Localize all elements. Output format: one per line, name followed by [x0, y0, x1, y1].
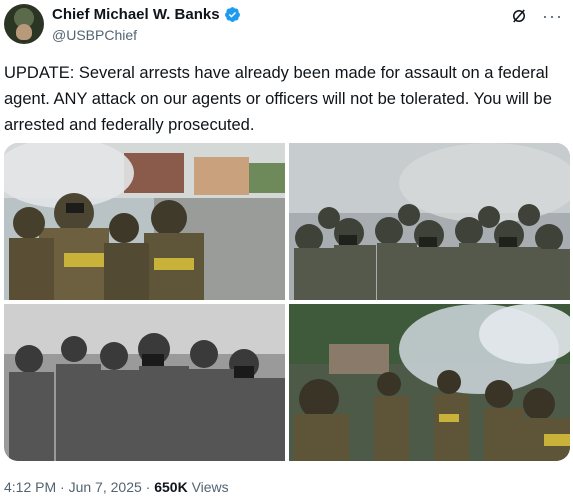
photo-agents-smoke-trees[interactable] — [289, 304, 570, 461]
post-date[interactable]: Jun 7, 2025 — [69, 479, 142, 495]
author-name[interactable]: Chief Michael W. Banks — [52, 6, 220, 23]
photo-agents-monochrome[interactable] — [4, 304, 285, 461]
photo-agents-gas-masks[interactable] — [289, 143, 570, 300]
views-label: Views — [187, 479, 229, 495]
media-grid — [4, 143, 570, 461]
tweet-text: UPDATE: Several arrests have already bee… — [4, 64, 552, 134]
meta-separator: · — [141, 479, 155, 495]
photo-agents-street[interactable] — [4, 143, 285, 300]
tweet-meta: 4:12 PM · Jun 7, 2025 · 650K Views — [4, 479, 229, 495]
views-count: 650K — [154, 479, 188, 495]
author-name-row: Chief Michael W. Banks — [52, 6, 241, 23]
post-time[interactable]: 4:12 PM — [4, 479, 56, 495]
grok-icon[interactable] — [510, 7, 528, 25]
author-avatar[interactable] — [4, 4, 44, 44]
tweet-actions-top: ··· — [510, 7, 563, 25]
verified-badge-icon — [224, 7, 240, 22]
more-options-icon[interactable]: ··· — [542, 7, 563, 25]
meta-separator: · — [56, 479, 69, 495]
author-handle[interactable]: @USBPChief — [52, 27, 137, 43]
